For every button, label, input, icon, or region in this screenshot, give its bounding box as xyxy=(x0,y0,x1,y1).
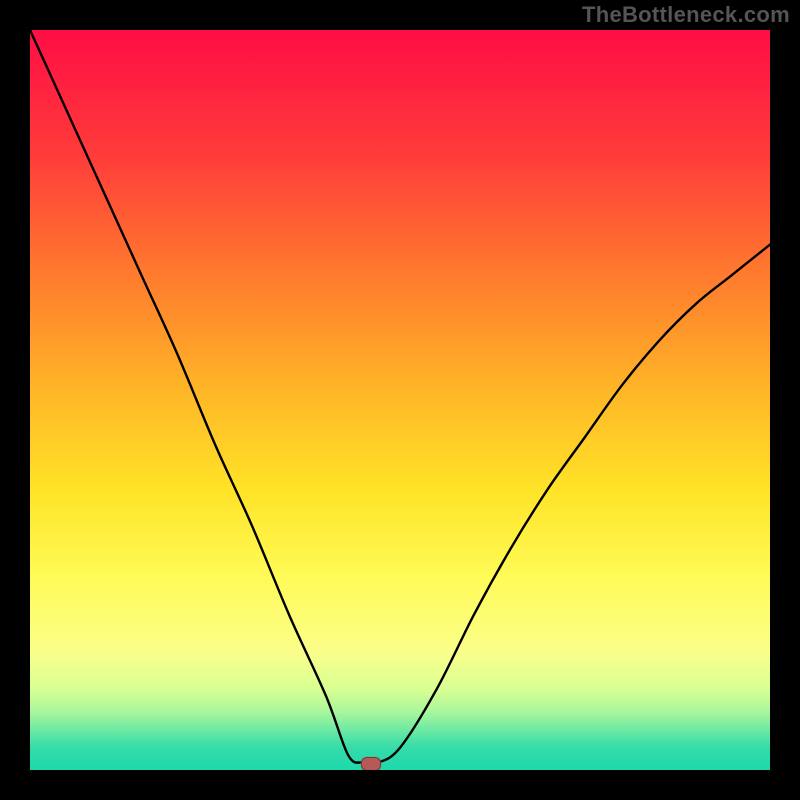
attribution-text: TheBottleneck.com xyxy=(582,2,790,28)
bottleneck-curve xyxy=(30,30,770,764)
plot-area xyxy=(30,30,770,770)
optimal-marker xyxy=(361,757,381,770)
chart-frame: TheBottleneck.com xyxy=(0,0,800,800)
curve-layer xyxy=(30,30,770,770)
